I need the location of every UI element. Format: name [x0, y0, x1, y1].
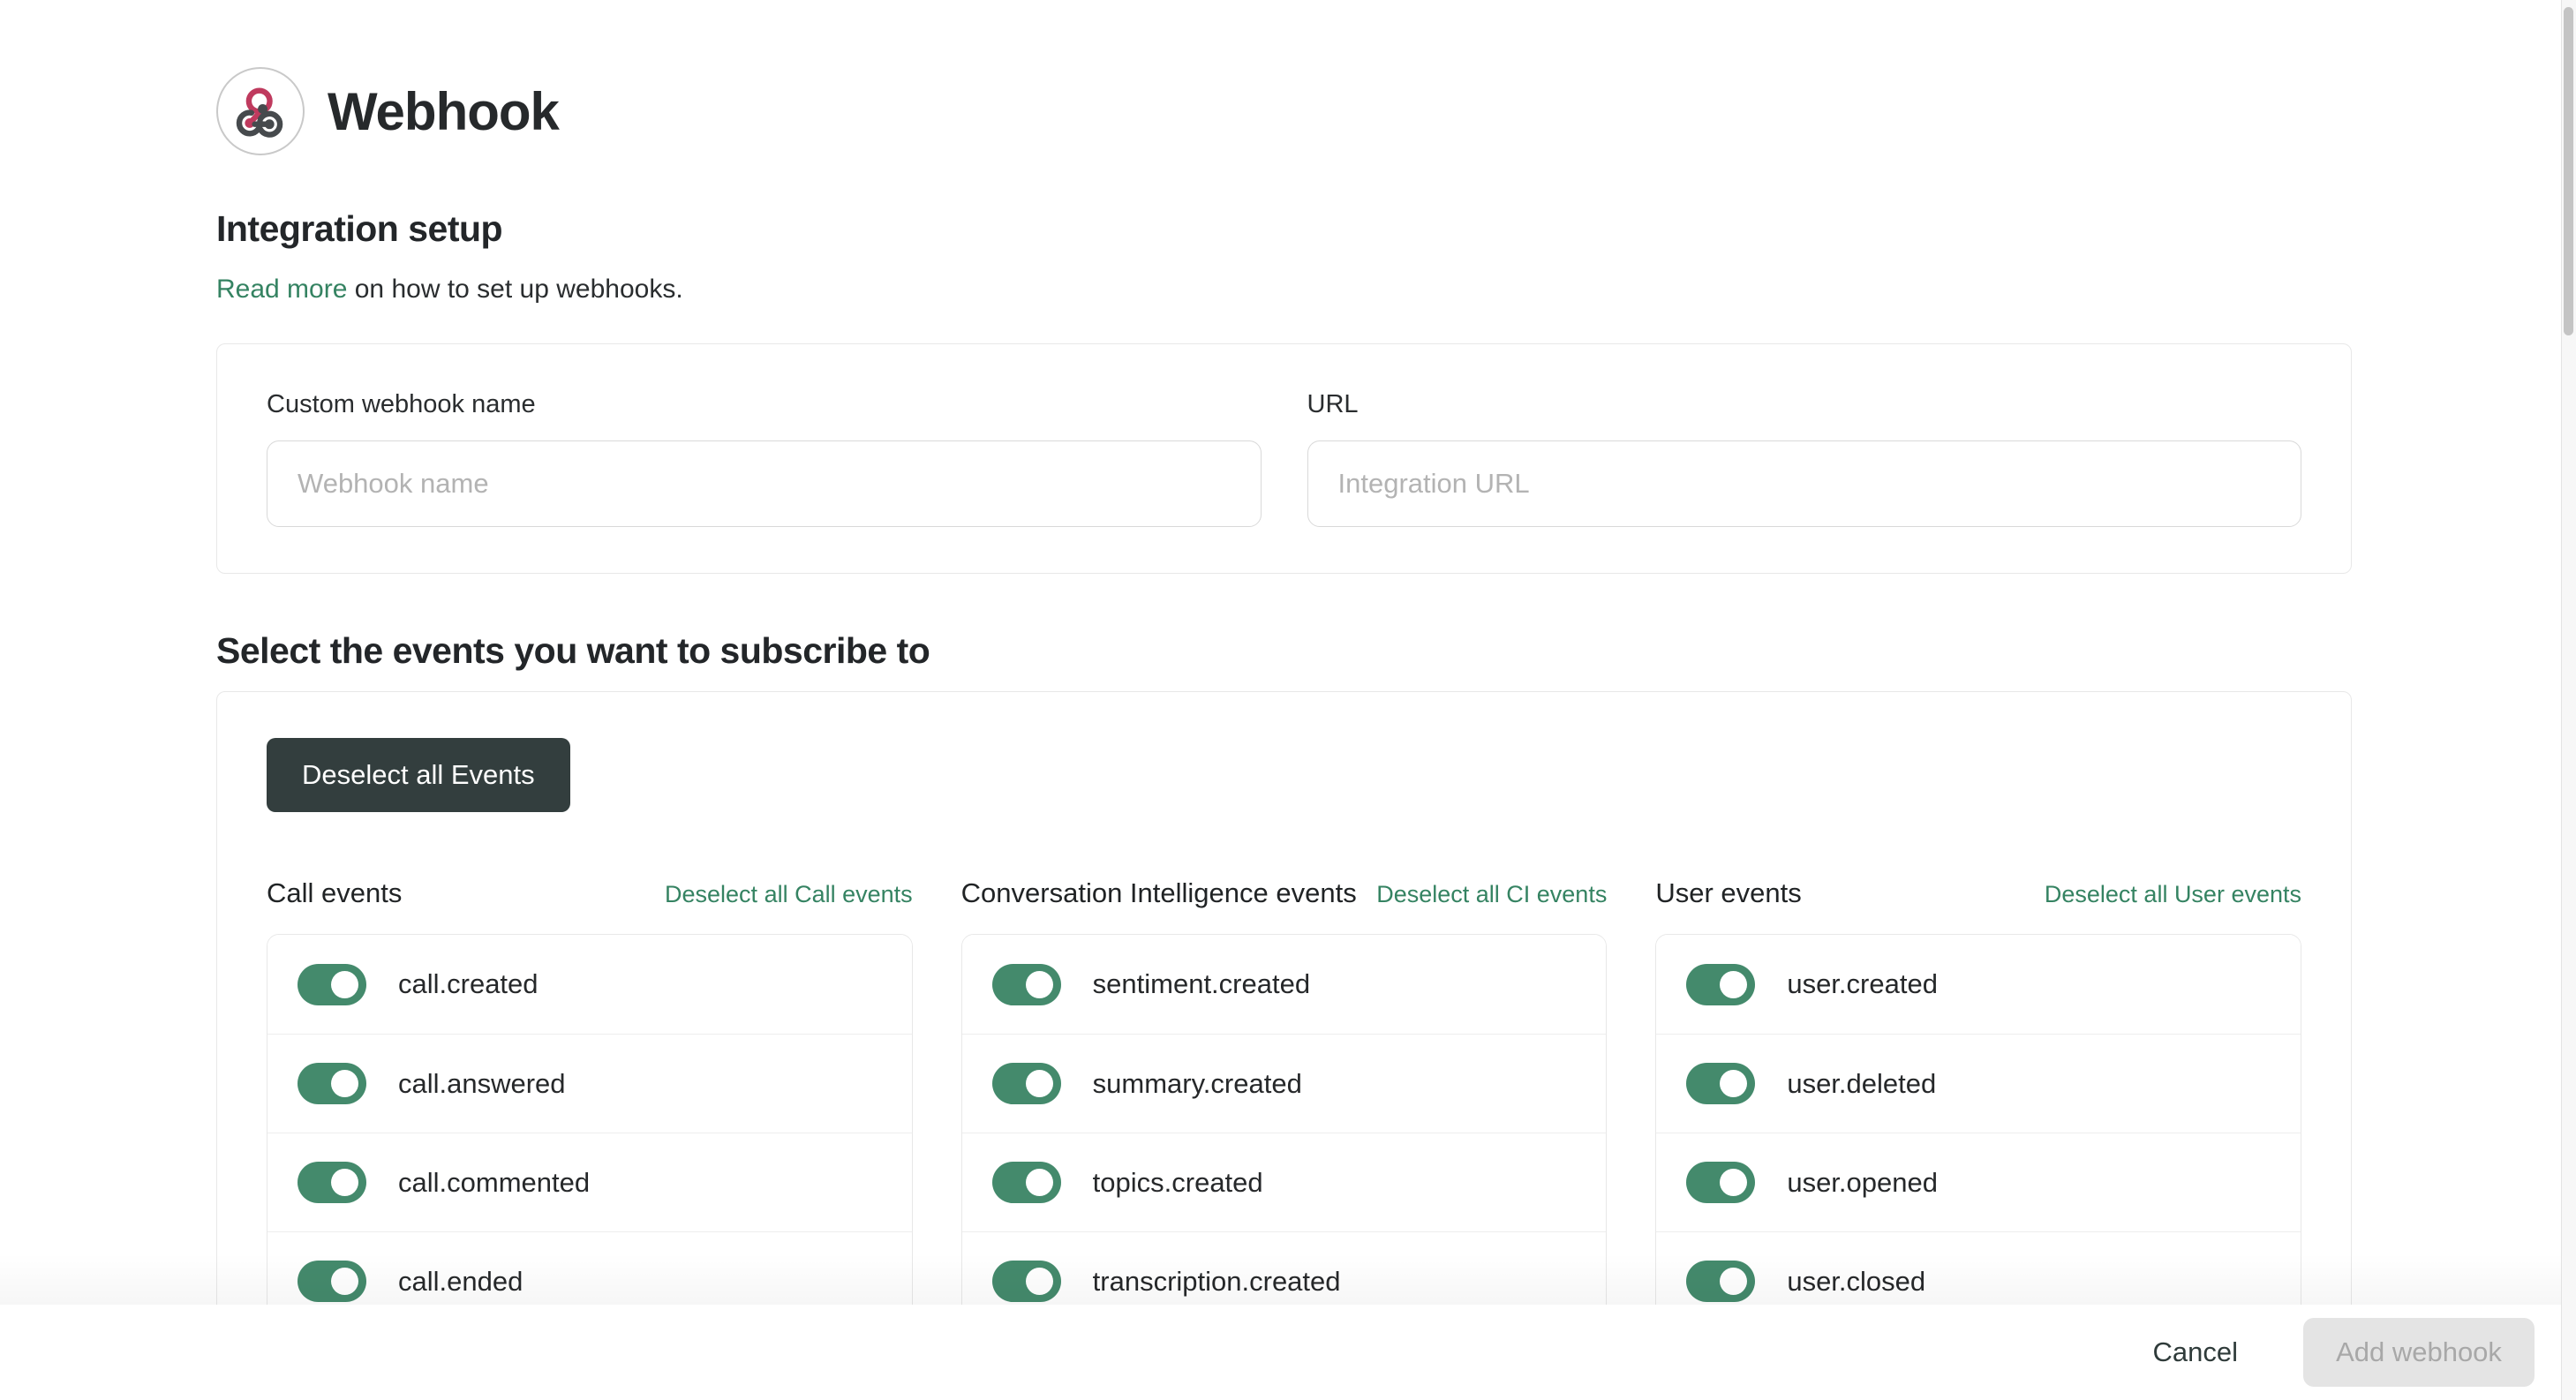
toggle-knob	[1026, 971, 1053, 998]
event-label: call.answered	[398, 1068, 566, 1100]
list-item: sentiment.created	[962, 935, 1607, 1034]
toggle-user-closed[interactable]	[1686, 1261, 1755, 1302]
webhook-form-card: Custom webhook name URL	[216, 343, 2352, 574]
webhook-name-label: Custom webhook name	[267, 390, 1262, 419]
list-item: call.answered	[267, 1034, 912, 1133]
toggle-knob	[331, 971, 358, 998]
read-more-line: Read more on how to set up webhooks.	[216, 275, 2352, 305]
webhook-name-input[interactable]	[267, 440, 1262, 527]
ci-events-column: Conversation Intelligence events Deselec…	[961, 877, 1608, 1331]
call-events-title: Call events	[267, 877, 402, 909]
deselect-user-events-link[interactable]: Deselect all User events	[2045, 881, 2301, 908]
event-label: sentiment.created	[1093, 968, 1310, 1000]
list-item: user.created	[1656, 935, 2301, 1034]
webhook-setup-page: Webhook Integration setup Read more on h…	[0, 0, 2576, 1400]
event-label: call.ended	[398, 1266, 523, 1298]
toggle-knob	[1720, 1169, 1747, 1196]
toggle-knob	[1026, 1070, 1053, 1097]
toggle-knob	[1720, 971, 1747, 998]
toggle-knob	[1026, 1268, 1053, 1295]
event-label: summary.created	[1093, 1068, 1302, 1100]
event-label: user.opened	[1787, 1167, 1938, 1199]
url-field-group: URL	[1307, 390, 2302, 527]
webhook-name-field-group: Custom webhook name	[267, 390, 1262, 527]
toggle-knob	[331, 1070, 358, 1097]
event-label: call.created	[398, 968, 539, 1000]
event-columns: Call events Deselect all Call events cal…	[267, 877, 2301, 1331]
cancel-button[interactable]: Cancel	[2135, 1328, 2256, 1377]
ci-events-title: Conversation Intelligence events	[961, 877, 1357, 909]
toggle-knob	[1720, 1070, 1747, 1097]
scrollbar-track[interactable]	[2561, 0, 2576, 1400]
event-label: call.commented	[398, 1167, 590, 1199]
list-item: topics.created	[962, 1133, 1607, 1231]
webhook-icon	[232, 83, 289, 139]
app-header: Webhook	[216, 67, 2352, 155]
toggle-transcription-created[interactable]	[992, 1261, 1061, 1302]
event-label: user.closed	[1787, 1266, 1925, 1298]
event-label: transcription.created	[1093, 1266, 1341, 1298]
event-label: user.created	[1787, 968, 1938, 1000]
event-label: user.deleted	[1787, 1068, 1936, 1100]
page-title: Webhook	[328, 81, 559, 142]
webhook-logo	[216, 67, 305, 155]
toggle-topics-created[interactable]	[992, 1162, 1061, 1203]
event-label: topics.created	[1093, 1167, 1263, 1199]
deselect-all-events-button[interactable]: Deselect all Events	[267, 738, 570, 812]
deselect-call-events-link[interactable]: Deselect all Call events	[665, 881, 913, 908]
toggle-call-created[interactable]	[298, 964, 366, 1005]
footer-action-bar: Cancel Add webhook	[0, 1305, 2561, 1400]
toggle-knob	[331, 1169, 358, 1196]
scrollbar-thumb[interactable]	[2564, 7, 2573, 335]
read-more-rest-text: on how to set up webhooks.	[347, 275, 682, 304]
toggle-knob	[1026, 1169, 1053, 1196]
add-webhook-button[interactable]: Add webhook	[2303, 1318, 2535, 1387]
select-events-heading: Select the events you want to subscribe …	[216, 630, 2352, 672]
list-item: user.opened	[1656, 1133, 2301, 1231]
ci-events-list: sentiment.created summary.created topics…	[961, 934, 1608, 1331]
list-item: summary.created	[962, 1034, 1607, 1133]
toggle-call-ended[interactable]	[298, 1261, 366, 1302]
url-label: URL	[1307, 390, 2302, 419]
call-events-list: call.created call.answered call.commente…	[267, 934, 913, 1331]
toggle-user-created[interactable]	[1686, 964, 1755, 1005]
user-events-column: User events Deselect all User events use…	[1655, 877, 2301, 1331]
list-item: call.commented	[267, 1133, 912, 1231]
integration-url-input[interactable]	[1307, 440, 2302, 527]
toggle-call-commented[interactable]	[298, 1162, 366, 1203]
list-item: call.created	[267, 935, 912, 1034]
toggle-call-answered[interactable]	[298, 1063, 366, 1104]
toggle-user-opened[interactable]	[1686, 1162, 1755, 1203]
user-events-list: user.created user.deleted user.opened	[1655, 934, 2301, 1331]
list-item: user.deleted	[1656, 1034, 2301, 1133]
toggle-summary-created[interactable]	[992, 1063, 1061, 1104]
user-events-title: User events	[1655, 877, 1801, 909]
toggle-knob	[331, 1268, 358, 1295]
toggle-sentiment-created[interactable]	[992, 964, 1061, 1005]
toggle-knob	[1720, 1268, 1747, 1295]
events-card: Deselect all Events Call events Deselect…	[216, 691, 2352, 1366]
read-more-link[interactable]: Read more	[216, 275, 347, 304]
call-events-column: Call events Deselect all Call events cal…	[267, 877, 913, 1331]
toggle-user-deleted[interactable]	[1686, 1063, 1755, 1104]
deselect-ci-events-link[interactable]: Deselect all CI events	[1376, 881, 1607, 908]
integration-setup-heading: Integration setup	[216, 208, 2352, 250]
